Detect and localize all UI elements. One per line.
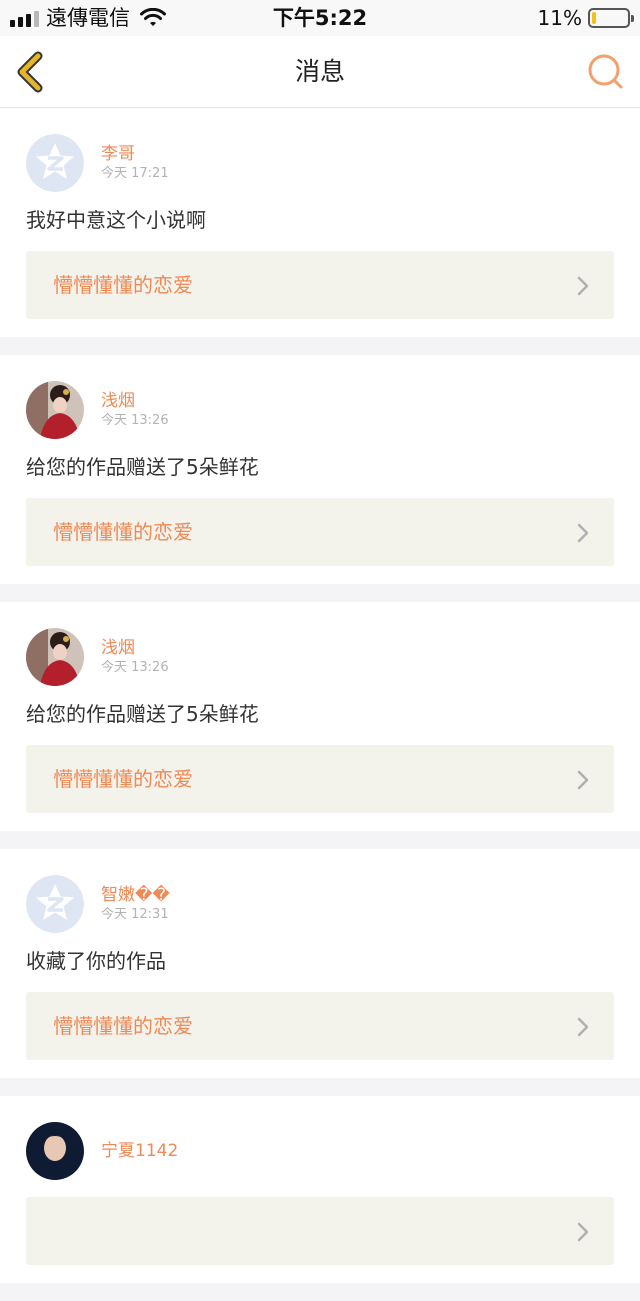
battery-percent: 11% (537, 6, 582, 30)
message-meta: 智嫩�� 今天 12:31 (101, 884, 170, 924)
message-time: 今天 17:21 (101, 166, 169, 181)
work-link[interactable]: 懵懵懂懂的恋爱 (26, 498, 614, 566)
message-card: 智嫩�� 今天 12:31 收藏了你的作品 懵懵懂懂的恋爱 (0, 849, 640, 1078)
message-meta: 李哥 今天 17:21 (101, 143, 169, 183)
chevron-right-icon (577, 523, 589, 543)
message-card: 浅烟 今天 13:26 给您的作品赠送了5朵鲜花 懵懵懂懂的恋爱 (0, 602, 640, 831)
work-title: 懵懵懂懂的恋爱 (53, 273, 193, 297)
page-title: 消息 (294, 57, 345, 86)
user-name[interactable]: 浅烟 (101, 637, 169, 659)
message-meta: 浅烟 今天 13:26 (101, 637, 169, 677)
work-link[interactable]: 懵懵懂懂的恋爱 (26, 251, 614, 319)
user-name[interactable]: 浅烟 (101, 390, 169, 412)
status-bar: 遠傳電信 下午5:22 11% (0, 0, 640, 36)
user-name[interactable]: 李哥 (101, 143, 169, 165)
message-meta: 浅烟 今天 13:26 (101, 390, 169, 430)
message-text: 给您的作品赠送了5朵鲜花 (26, 702, 259, 726)
battery-area: 11% (537, 6, 634, 30)
message-text: 我好中意这个小说啊 (26, 208, 206, 232)
message-header: 浅烟 今天 13:26 (26, 381, 614, 439)
chevron-right-icon (577, 1017, 589, 1037)
message-time: 今天 13:26 (101, 413, 169, 428)
message-header: 宁夏1142 (26, 1122, 614, 1180)
work-link[interactable]: 懵懵懂懂的恋爱 (26, 745, 614, 813)
work-title: 懵懵懂懂的恋爱 (53, 767, 193, 791)
nav-bar: 消息 (0, 36, 640, 108)
message-header: 浅烟 今天 13:26 (26, 628, 614, 686)
avatar[interactable] (26, 134, 84, 192)
message-time: 今天 13:26 (101, 660, 169, 675)
chevron-right-icon (577, 770, 589, 790)
message-list: 李哥 今天 17:21 我好中意这个小说啊 懵懵懂懂的恋爱 浅烟 今天 13:2… (0, 108, 640, 1301)
message-header: 智嫩�� 今天 12:31 (26, 875, 614, 933)
search-icon[interactable] (586, 52, 626, 92)
message-time: 今天 12:31 (101, 907, 169, 922)
work-title: 懵懵懂懂的恋爱 (53, 520, 193, 544)
user-name[interactable]: 智嫩�� (101, 884, 170, 906)
chevron-right-icon (577, 1222, 589, 1242)
message-text: 给您的作品赠送了5朵鲜花 (26, 455, 259, 479)
message-card: 李哥 今天 17:21 我好中意这个小说啊 懵懵懂懂的恋爱 (0, 108, 640, 337)
message-card: 宁夏1142 (0, 1096, 640, 1283)
avatar[interactable] (26, 1122, 84, 1180)
message-text: 收藏了你的作品 (26, 949, 166, 973)
message-header: 李哥 今天 17:21 (26, 134, 614, 192)
avatar[interactable] (26, 381, 84, 439)
avatar[interactable] (26, 875, 84, 933)
message-card: 浅烟 今天 13:26 给您的作品赠送了5朵鲜花 懵懵懂懂的恋爱 (0, 355, 640, 584)
chevron-right-icon (577, 276, 589, 296)
avatar[interactable] (26, 628, 84, 686)
work-link[interactable] (26, 1197, 614, 1265)
message-meta: 宁夏1142 (101, 1140, 178, 1162)
work-link[interactable]: 懵懵懂懂的恋爱 (26, 992, 614, 1060)
work-title: 懵懵懂懂的恋爱 (53, 1014, 193, 1038)
battery-icon (588, 8, 634, 28)
user-name[interactable]: 宁夏1142 (101, 1140, 178, 1162)
